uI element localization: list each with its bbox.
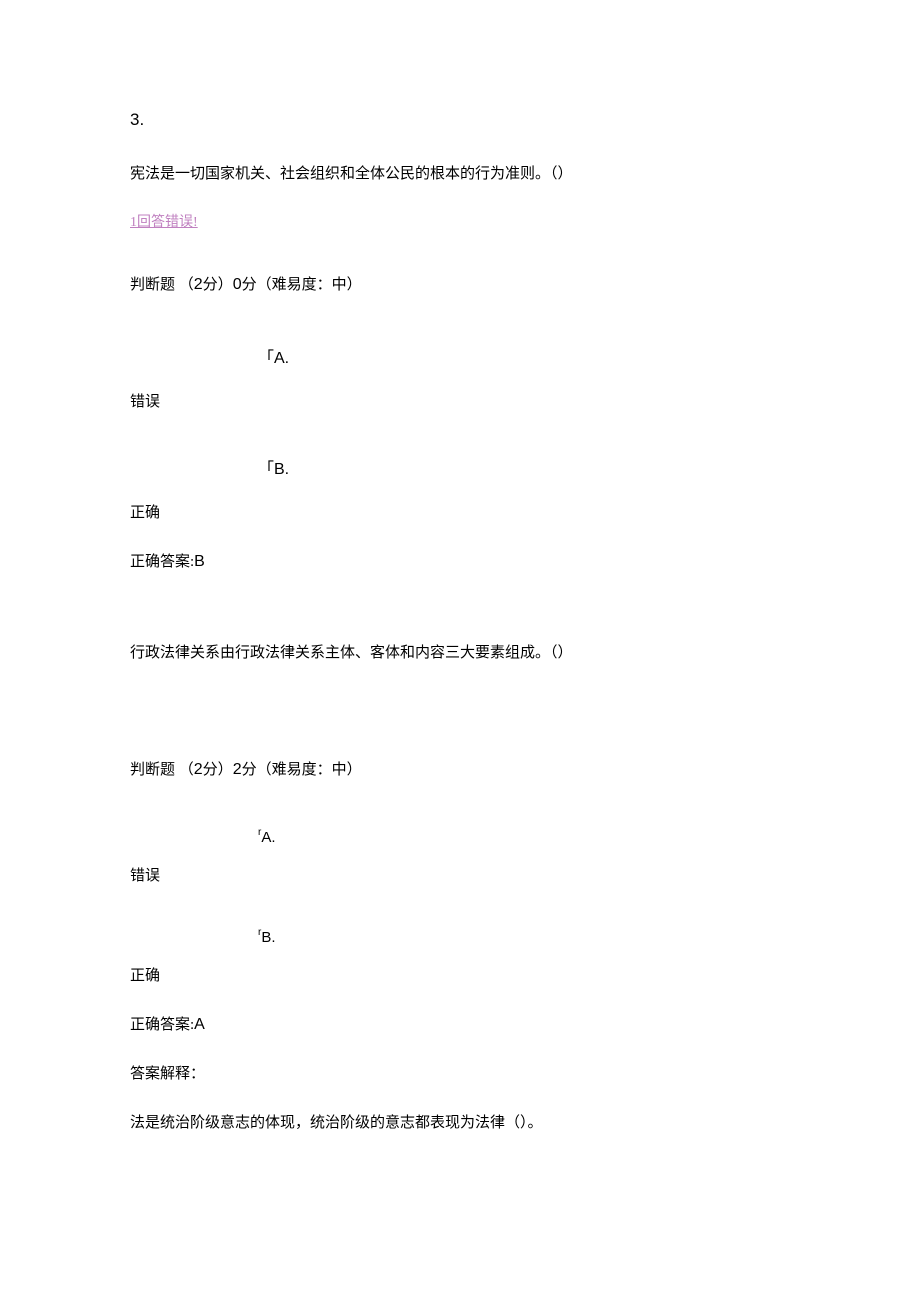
answer-value: B — [194, 553, 205, 570]
question-number: 3. — [130, 110, 790, 130]
answer-label: 正确答案: — [130, 1017, 194, 1033]
option-b-text: 正确 — [130, 964, 790, 985]
feedback-wrong-link[interactable]: 1回答错误! — [130, 211, 790, 231]
question-text: 法是统治阶级意志的体现，统治阶级的意志都表现为法律（）。 — [130, 1111, 790, 1132]
correct-answer: 正确答案:A — [130, 1013, 790, 1034]
answer-label: 正确答案: — [130, 554, 194, 570]
explanation-label: 答案解释： — [130, 1062, 790, 1083]
option-b-sup: r — [258, 927, 261, 938]
option-b-marker: rB. — [258, 929, 790, 946]
meta-mid1: 分） — [203, 762, 233, 778]
meta-points-max: 2 — [194, 761, 203, 778]
question-text: 宪法是一切国家机关、社会组织和全体公民的根本的行为准则。（） — [130, 162, 790, 183]
meta-points-max: 2 — [194, 276, 203, 293]
meta-type-prefix: 判断题 （ — [130, 277, 194, 293]
meta-mid1: 分） — [203, 277, 233, 293]
meta-score: 0 — [233, 276, 242, 293]
question-text: 行政法律关系由行政法律关系主体、客体和内容三大要素组成。（） — [130, 641, 790, 662]
option-a-marker: rA. — [258, 829, 790, 846]
option-a-sup: r — [258, 827, 261, 838]
meta-mid2: 分（难易度：中） — [242, 762, 362, 778]
meta-type-prefix: 判断题 （ — [130, 762, 194, 778]
option-b-text: 正确 — [130, 501, 790, 522]
question-meta: 判断题 （2分）2分（难易度：中） — [130, 758, 790, 779]
option-b-marker: 「B. — [258, 455, 790, 479]
option-b-letter: B. — [261, 929, 275, 946]
meta-mid2: 分（难易度：中） — [242, 277, 362, 293]
answer-value: A — [194, 1016, 205, 1033]
option-a-text: 错误 — [130, 864, 790, 885]
option-a-letter: A. — [261, 829, 275, 846]
meta-score: 2 — [233, 761, 242, 778]
option-a-text: 错误 — [130, 390, 790, 411]
option-a-marker: 「A. — [258, 344, 790, 368]
correct-answer: 正确答案:B — [130, 550, 790, 571]
question-meta: 判断题 （2分）0分（难易度：中） — [130, 273, 790, 294]
